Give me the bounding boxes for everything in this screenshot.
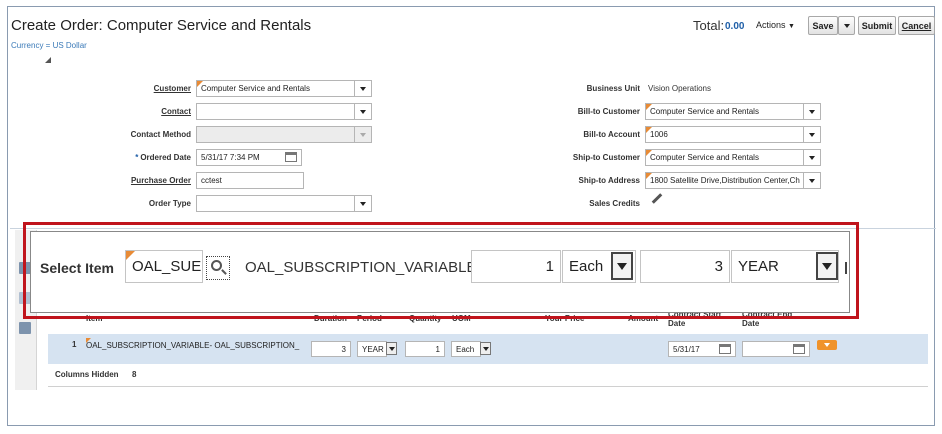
chevron-down-icon bbox=[809, 178, 815, 183]
save-menu-button[interactable] bbox=[838, 16, 855, 35]
business-unit-label: Business Unit bbox=[586, 84, 640, 93]
submit-button[interactable]: Submit bbox=[858, 16, 896, 35]
order-type-label: Order Type bbox=[148, 199, 191, 208]
order-type-dropdown-button[interactable] bbox=[354, 196, 371, 211]
contact-dropdown-button[interactable] bbox=[354, 104, 371, 119]
actions-menu[interactable]: Actions ▼ bbox=[756, 20, 795, 30]
ship-to-address-dropdown-button[interactable] bbox=[803, 173, 820, 188]
collapse-triangle-icon[interactable] bbox=[45, 57, 51, 63]
page-title: Create Order: Computer Service and Renta… bbox=[11, 17, 312, 34]
chevron-down-icon bbox=[482, 346, 489, 351]
calendar-icon[interactable] bbox=[719, 344, 731, 354]
row-item-value[interactable]: OAL_SUBSCRIPTION_VARIABLE- OAL_SUBSCRIPT… bbox=[86, 341, 308, 350]
table-footer-divider bbox=[48, 386, 928, 387]
chevron-down-icon bbox=[360, 132, 366, 137]
row-period-dropdown[interactable] bbox=[386, 342, 397, 355]
chevron-down-icon bbox=[843, 23, 850, 28]
row-actions-button[interactable] bbox=[817, 340, 837, 350]
chevron-down-icon bbox=[809, 132, 815, 137]
chevron-down-icon bbox=[809, 109, 815, 114]
required-flag-icon bbox=[197, 81, 203, 87]
row-period-field[interactable]: YEAR bbox=[357, 341, 387, 357]
bill-to-account-label: Bill-to Account bbox=[583, 130, 640, 139]
columns-hidden-value: 8 bbox=[132, 370, 137, 379]
customer-dropdown-button[interactable] bbox=[354, 81, 371, 96]
contact-label: Contact bbox=[161, 107, 191, 116]
purchase-order-label: Purchase Order bbox=[130, 176, 191, 185]
chevron-down-icon bbox=[809, 155, 815, 160]
cancel-button[interactable]: Cancel bbox=[898, 16, 935, 35]
currency-label: Currency = US Dollar bbox=[11, 41, 87, 50]
row-number: 1 bbox=[72, 340, 77, 349]
row-duration-field[interactable]: 3 bbox=[311, 341, 351, 357]
purchase-order-field[interactable]: cctest bbox=[196, 172, 304, 189]
bill-to-customer-dropdown-button[interactable] bbox=[803, 104, 820, 119]
total-label: Total: bbox=[693, 18, 725, 33]
bill-to-account-dropdown-button[interactable] bbox=[803, 127, 820, 142]
ship-to-customer-field[interactable]: Computer Service and Rentals bbox=[645, 149, 821, 166]
required-flag-icon bbox=[646, 173, 652, 179]
chevron-down-icon bbox=[824, 343, 830, 347]
ship-to-customer-label: Ship-to Customer bbox=[572, 153, 640, 162]
customer-label: Customer bbox=[153, 84, 191, 93]
calendar-icon[interactable] bbox=[793, 344, 805, 354]
chevron-down-icon bbox=[388, 346, 395, 351]
row-uom-field[interactable]: Each bbox=[451, 341, 481, 357]
bill-to-account-field[interactable]: 1006 bbox=[645, 126, 821, 143]
business-unit-value: Vision Operations bbox=[648, 84, 711, 93]
required-flag-icon bbox=[646, 127, 652, 133]
contact-method-label: Contact Method bbox=[130, 130, 191, 139]
ship-to-customer-dropdown-button[interactable] bbox=[803, 150, 820, 165]
calendar-icon[interactable] bbox=[285, 152, 297, 162]
ship-to-address-field[interactable]: 1800 Satellite Drive,Distribution Center… bbox=[645, 172, 821, 189]
chevron-down-icon bbox=[360, 86, 366, 91]
ship-to-address-label: Ship-to Address bbox=[578, 176, 640, 185]
customer-field[interactable]: Computer Service and Rentals bbox=[196, 80, 372, 97]
total-value[interactable]: 0.00 bbox=[725, 21, 744, 32]
row-uom-dropdown[interactable] bbox=[480, 342, 491, 355]
chevron-down-icon: ▼ bbox=[788, 23, 795, 30]
highlight-box bbox=[23, 222, 859, 319]
bill-to-customer-label: Bill-to Customer bbox=[577, 107, 640, 116]
sales-credits-label: Sales Credits bbox=[589, 199, 640, 208]
required-flag-icon bbox=[646, 104, 652, 110]
columns-hidden-label: Columns Hidden bbox=[55, 370, 119, 379]
required-asterisk: * bbox=[135, 153, 139, 162]
chevron-down-icon bbox=[360, 201, 366, 206]
required-flag-icon bbox=[646, 150, 652, 156]
save-line-icon[interactable] bbox=[19, 322, 31, 334]
order-type-field[interactable] bbox=[196, 195, 372, 212]
contact-field[interactable] bbox=[196, 103, 372, 120]
save-button[interactable]: Save bbox=[808, 16, 838, 35]
chevron-down-icon bbox=[360, 109, 366, 114]
ordered-date-label: * Ordered Date bbox=[135, 153, 191, 162]
bill-to-customer-field[interactable]: Computer Service and Rentals bbox=[645, 103, 821, 120]
row-quantity-field[interactable]: 1 bbox=[405, 341, 445, 357]
contact-method-dropdown-button bbox=[354, 127, 371, 142]
contact-method-field bbox=[196, 126, 372, 143]
actions-label: Actions bbox=[756, 20, 786, 30]
